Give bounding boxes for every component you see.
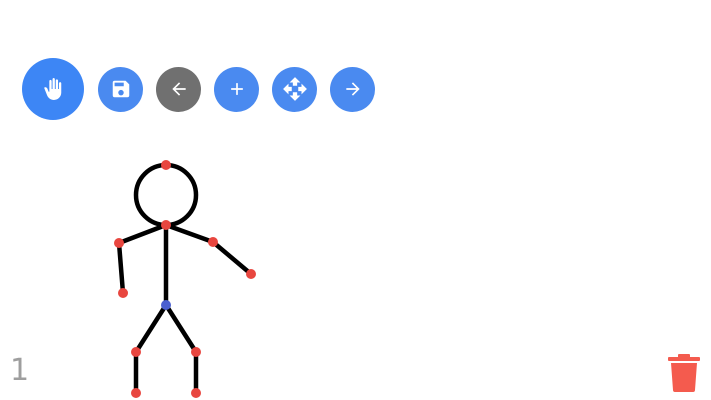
animation-stage[interactable]: 1 bbox=[0, 0, 711, 400]
stick-figure[interactable] bbox=[116, 162, 254, 396]
frame-number: 1 bbox=[10, 353, 30, 388]
stick-figure-lower-arm-left bbox=[116, 240, 126, 296]
delete-button[interactable] bbox=[668, 354, 700, 392]
stick-figure-upper-arm-left bbox=[116, 222, 169, 246]
joint-neck[interactable] bbox=[161, 220, 171, 230]
stick-figure-upper-leg-left bbox=[133, 302, 169, 355]
joint-hip[interactable] bbox=[161, 300, 171, 310]
stick-figure-lower-arm-right bbox=[210, 239, 254, 277]
joint-left-elbow[interactable] bbox=[114, 238, 124, 248]
joint-right-foot[interactable] bbox=[191, 388, 201, 398]
joint-right-hand[interactable] bbox=[246, 269, 256, 279]
joint-right-elbow[interactable] bbox=[208, 237, 218, 247]
joint-head-top[interactable] bbox=[161, 160, 171, 170]
joint-left-foot[interactable] bbox=[131, 388, 141, 398]
stick-figure-canvas[interactable] bbox=[0, 0, 711, 400]
stick-figure-head[interactable] bbox=[133, 162, 199, 228]
joint-left-hand[interactable] bbox=[118, 288, 128, 298]
trash-icon bbox=[668, 354, 700, 392]
joint-right-knee[interactable] bbox=[191, 347, 201, 357]
stick-figure-upper-arm-right bbox=[163, 222, 216, 245]
joint-left-knee[interactable] bbox=[131, 347, 141, 357]
stick-figure-upper-leg-right bbox=[163, 302, 199, 355]
